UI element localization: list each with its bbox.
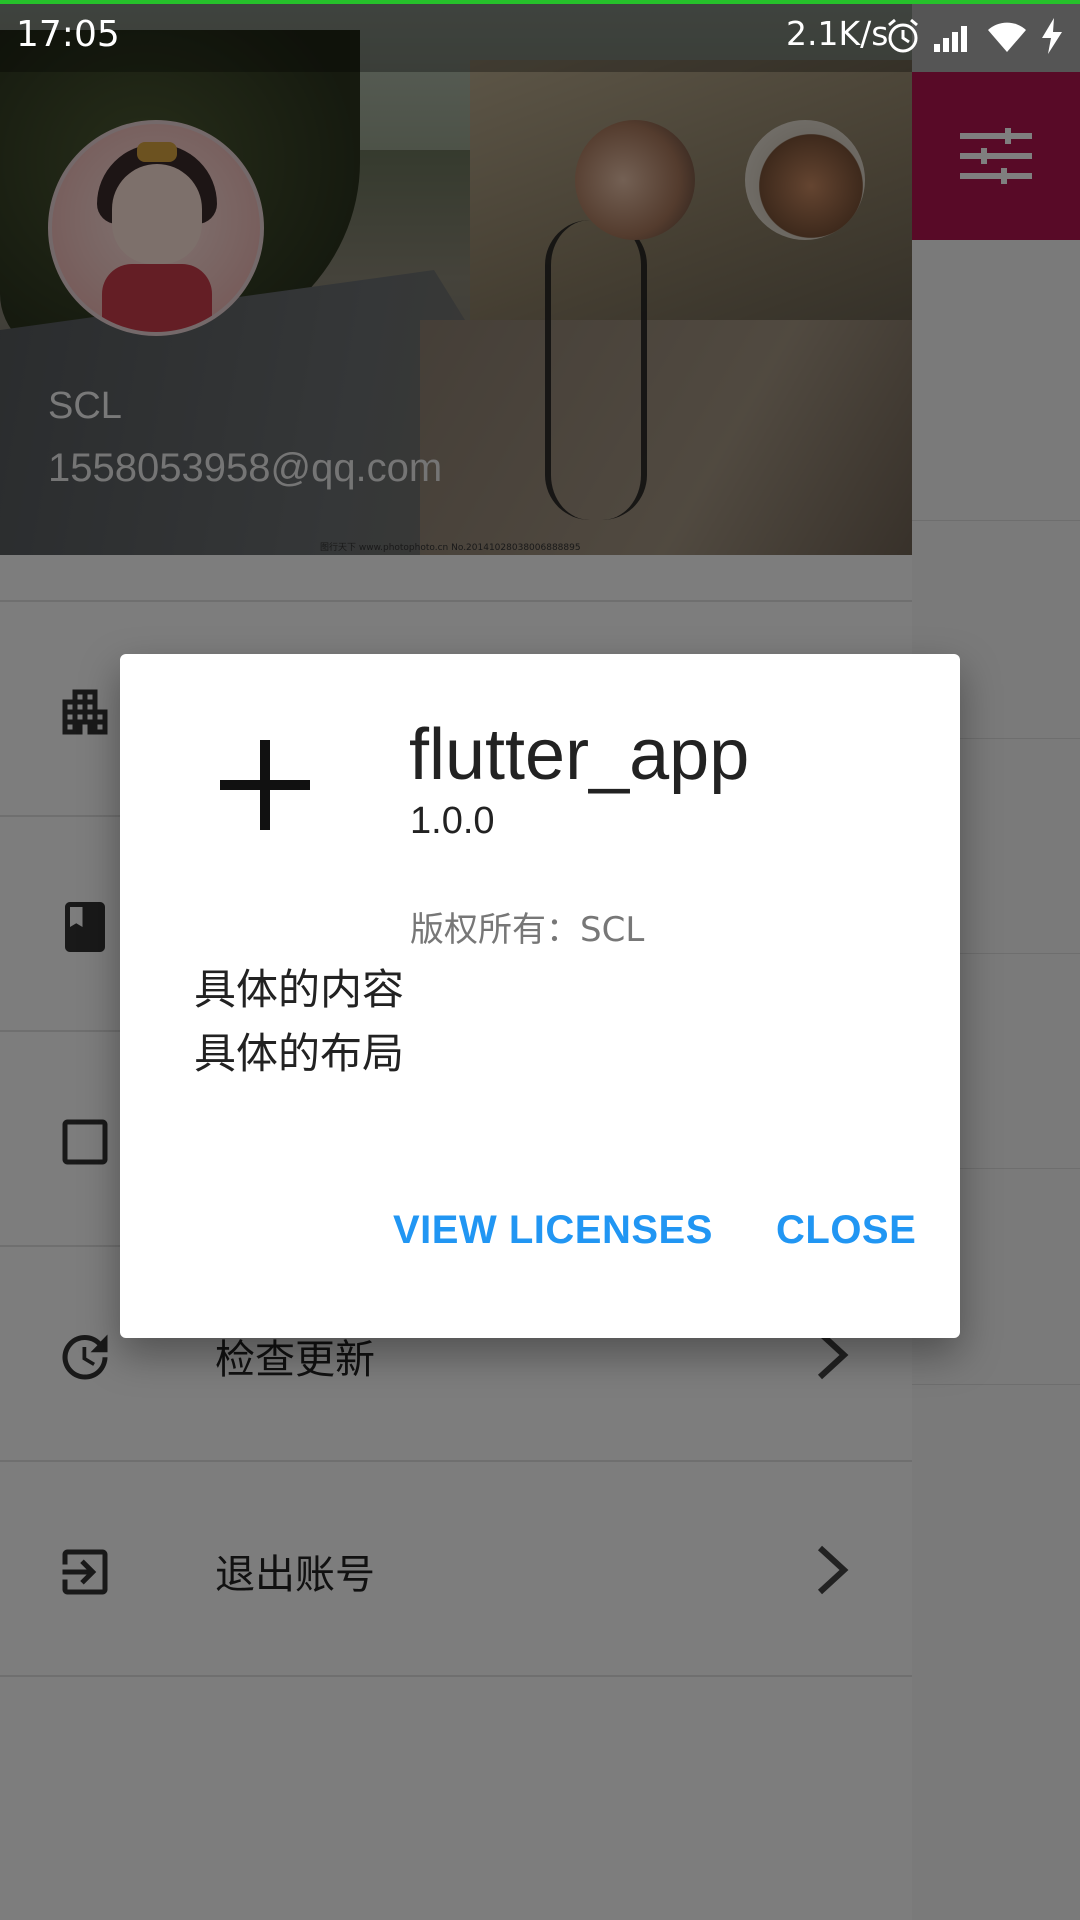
add-icon bbox=[220, 740, 310, 830]
page-load-progress bbox=[0, 0, 1080, 4]
status-bar: 17:05 2.1K/s bbox=[0, 0, 1080, 72]
close-button[interactable]: CLOSE bbox=[776, 1208, 916, 1253]
dialog-content-line: 具体的布局 bbox=[194, 1029, 405, 1078]
charging-icon bbox=[1040, 18, 1064, 54]
app-legalese: 版权所有：SCL bbox=[410, 910, 645, 950]
alarm-icon bbox=[886, 18, 920, 54]
signal-icon bbox=[934, 18, 974, 54]
view-licenses-button[interactable]: VIEW LICENSES bbox=[393, 1208, 713, 1253]
status-time: 17:05 bbox=[16, 14, 120, 55]
network-speed: 2.1K/s bbox=[786, 14, 889, 53]
app-version: 1.0.0 bbox=[410, 800, 495, 842]
about-dialog: flutter_app 1.0.0 版权所有：SCL 具体的内容 具体的布局 V… bbox=[120, 654, 960, 1338]
dialog-content-line: 具体的内容 bbox=[194, 965, 405, 1014]
wifi-icon bbox=[986, 18, 1028, 54]
app-name: flutter_app bbox=[409, 715, 750, 795]
